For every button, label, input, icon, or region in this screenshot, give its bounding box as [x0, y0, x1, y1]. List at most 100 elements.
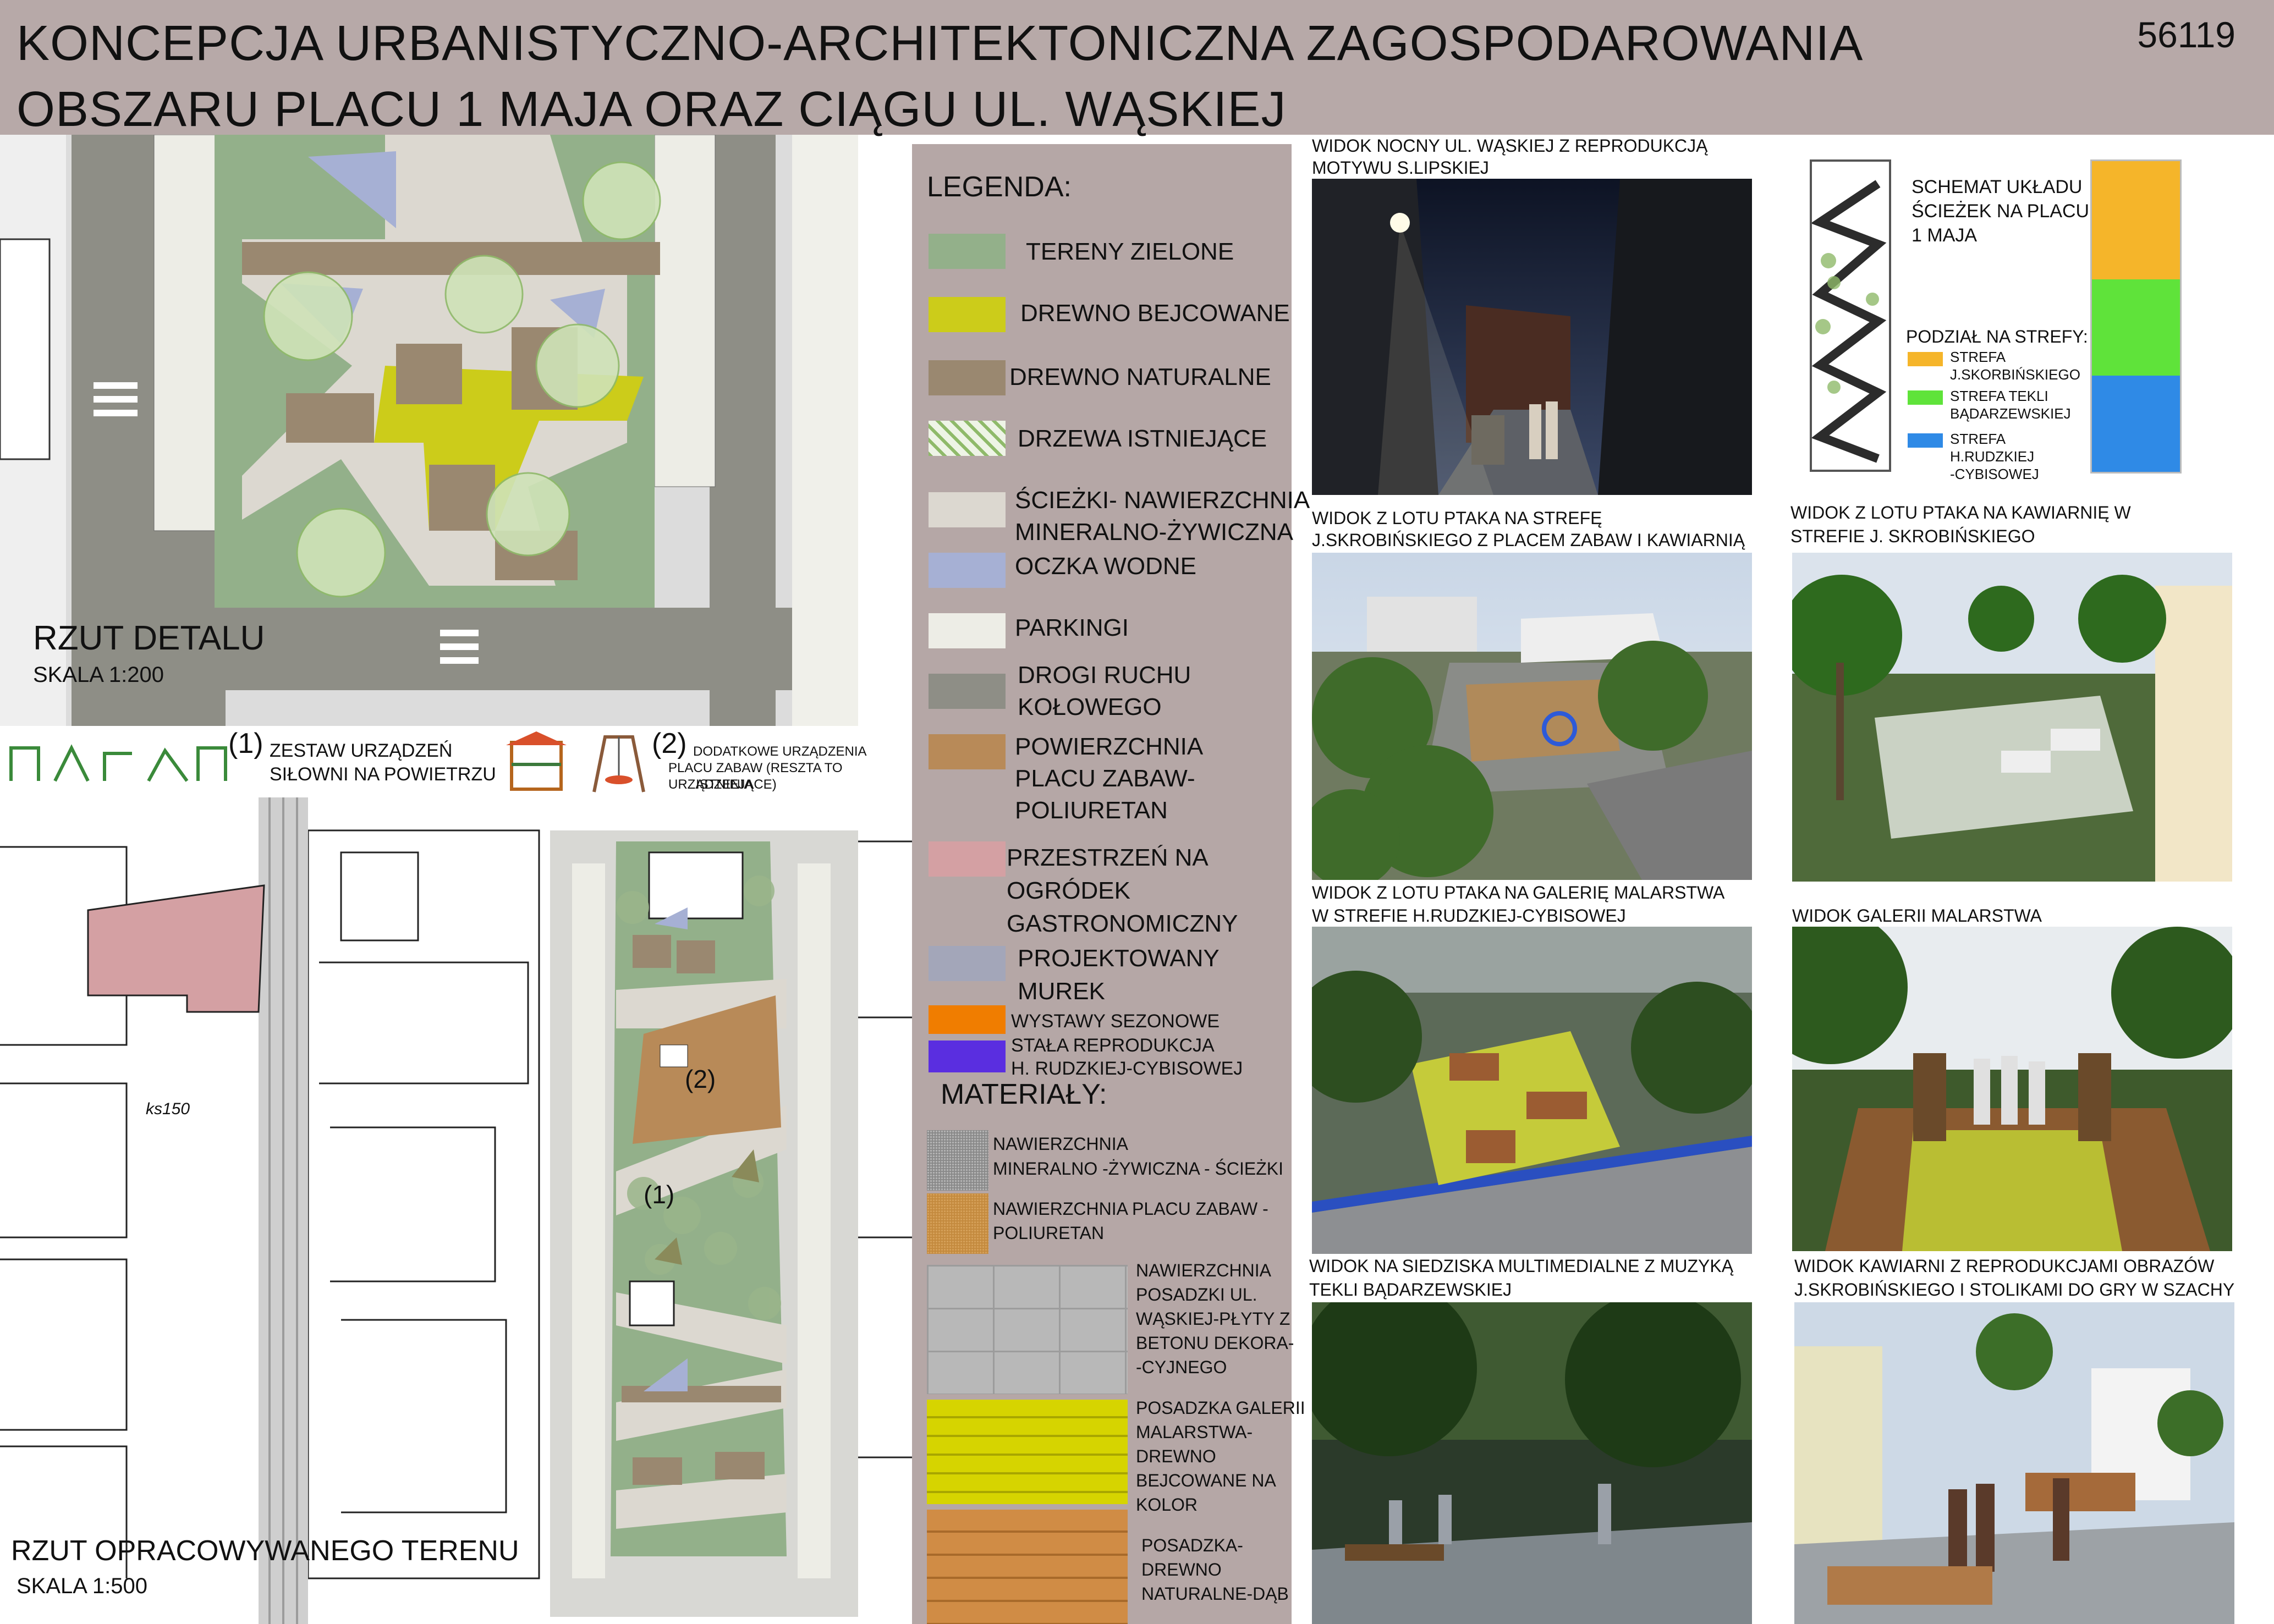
caption-view-3a: WIDOK Z LOTU PTAKA NA KAWIARNIĘ W	[1790, 503, 2131, 522]
material-label-stained-1: POSADZKA GALERII	[1136, 1398, 1305, 1418]
material-swatch-playground	[927, 1193, 988, 1254]
legend-swatch-seasonal	[929, 1005, 1006, 1034]
equipment-2-text-a: DODATKOWE URZĄDZENIA	[693, 744, 867, 759]
legend-swatch-existing-trees	[929, 421, 1006, 456]
equipment-1-number: (1)	[228, 728, 263, 759]
legend-label-playground: POWIERZCHNIA	[1015, 733, 1204, 760]
caption-view-5: WIDOK GALERII MALARSTWA	[1792, 906, 2042, 926]
equipment-2-text-c: ISTNIEJĄCE)	[696, 777, 777, 792]
zones-title: PODZIAŁ NA STREFY:	[1906, 327, 2088, 346]
schema-title-b: ŚCIEŻEK NA PLACU	[1912, 201, 2090, 222]
legend-swatch-paths	[929, 492, 1006, 527]
legend-swatch-wall	[929, 946, 1006, 981]
schema-zones-diagram	[2090, 159, 2182, 474]
material-label-paths: NAWIERZCHNIA	[993, 1134, 1128, 1154]
caption-view-4b: W STREFIE H.RUDZKIEJ-CYBISOWEJ	[1312, 906, 1626, 926]
legend-label-parking: PARKINGI	[1015, 614, 1129, 641]
legend-label-reproduction-2: H. RUDZKIEJ-CYBISOWEJ	[1011, 1058, 1243, 1079]
legend-swatch-ponds	[929, 553, 1006, 588]
equipment-1-text-a: ZESTAW URZĄDZEŃ	[270, 740, 453, 761]
legend-label-reproduction: STAŁA REPRODUKCJA	[1011, 1035, 1215, 1056]
schema-title-c: 1 MAJA	[1912, 225, 1978, 246]
material-label-concrete-1: NAWIERZCHNIA	[1136, 1260, 1271, 1280]
zone-label-1b: J.SKORBIŃSKIEGO	[1950, 366, 2080, 383]
swing-icon	[592, 735, 645, 792]
plan-marker-2: (2)	[685, 1065, 716, 1093]
material-label-playground: NAWIERZCHNIA PLACU ZABAW -	[993, 1199, 1268, 1219]
zone-swatch-2	[1908, 390, 1943, 405]
caption-view-3b: STREFIE J. SKROBIŃSKIEGO	[1790, 526, 2035, 546]
caption-view-7a: WIDOK KAWIARNI Z REPRODUKCJAMI OBRAZÓW	[1794, 1256, 2215, 1276]
legend-swatch-garden	[929, 841, 1006, 877]
plan-marker-1: (1)	[644, 1180, 675, 1209]
legend-label-natural-wood: DREWNO NATURALNE	[1009, 364, 1271, 390]
legend-label-seasonal: WYSTAWY SEZONOWE	[1011, 1011, 1220, 1032]
legend-swatch-playground	[929, 734, 1006, 769]
material-label-stained-2: MALARSTWA-	[1136, 1422, 1253, 1442]
site-plan	[0, 797, 912, 1624]
schema-path-diagram	[1810, 159, 1891, 472]
material-label-concrete-3: WĄSKIEJ-PŁYTY Z	[1136, 1309, 1290, 1329]
caption-view-6b: TEKLI BĄDARZEWSKIEJ	[1309, 1280, 1512, 1300]
zone-label-2a: STREFA TEKLI	[1950, 388, 2048, 404]
legend-label-wall: PROJEKTOWANY	[1018, 945, 1220, 972]
legend-label-roads-2: KOŁOWEGO	[1018, 693, 1162, 720]
material-label-oak-1: POSADZKA-	[1141, 1535, 1243, 1555]
poster-title-line2: OBSZARU PLACU 1 MAJA ORAZ CIĄGU UL. WĄSK…	[17, 82, 1287, 137]
render-multimedia-seats	[1312, 1302, 1752, 1624]
material-label-concrete-4: BETONU DEKORA-	[1136, 1333, 1294, 1353]
material-label-oak-2: DREWNO	[1141, 1560, 1222, 1579]
legend-label-paths: ŚCIEŻKI- NAWIERZCHNIA	[1015, 487, 1310, 514]
render-night-street	[1312, 179, 1752, 495]
zone-swatch-3	[1908, 433, 1943, 448]
detail-plan-title: RZUT DETALU	[33, 619, 265, 657]
playground-tower-icon	[506, 731, 567, 791]
material-label-paths-2: MINERALNO -ŻYWICZNA - ŚCIEŻKI	[993, 1159, 1284, 1179]
legend-label-stained-wood: DREWNO BEJCOWANE	[1020, 300, 1290, 327]
sheet-number: 56119	[2137, 14, 2235, 55]
detail-plan-scale: SKALA 1:200	[33, 663, 164, 687]
zone-label-3c: -CYBISOWEJ	[1950, 466, 2039, 482]
gym-equipment-icon	[9, 744, 227, 782]
render-aerial-gallery	[1312, 927, 1752, 1254]
zone-swatch-1	[1908, 352, 1943, 366]
zone-label-3a: STREFA	[1950, 431, 2006, 447]
render-aerial-playground	[1312, 553, 1752, 880]
legend-label-existing-trees: DRZEWA ISTNIEJĄCE	[1018, 425, 1267, 452]
site-plan-scale: SKALA 1:500	[17, 1574, 147, 1598]
equipment-2-number: (2)	[652, 728, 687, 759]
material-swatch-paths	[927, 1130, 988, 1191]
caption-view-1a: WIDOK NOCNY UL. WĄSKIEJ Z REPRODUKCJĄ	[1312, 136, 1708, 156]
legend-swatch-stained-wood	[929, 297, 1006, 332]
render-aerial-cafe	[1792, 553, 2232, 882]
material-swatch-oak	[927, 1510, 1128, 1624]
material-label-stained-3: DREWNO	[1136, 1446, 1216, 1466]
caption-view-7b: J.SKROBIŃSKIEGO I STOLIKAMI DO GRY W SZA…	[1794, 1280, 2235, 1300]
zone-label-2b: BĄDARZEWSKIEJ	[1950, 405, 2071, 422]
legend-label-green: TERENY ZIELONE	[1026, 238, 1234, 265]
caption-view-2a: WIDOK Z LOTU PTAKA NA STREFĘ	[1312, 508, 1602, 528]
legend-label-roads: DROGI RUCHU	[1018, 662, 1191, 689]
zone-bar-badarzewska	[2092, 279, 2180, 376]
legend-label-garden-3: GASTRONOMICZNY	[1007, 910, 1238, 937]
zone-label-1a: STREFA	[1950, 349, 2006, 365]
legend-swatch-natural-wood	[929, 360, 1006, 395]
material-label-stained-5: KOLOR	[1136, 1495, 1198, 1515]
legend-label-garden: PRZESTRZEŃ NA	[1007, 844, 1209, 871]
caption-view-4a: WIDOK Z LOTU PTAKA NA GALERIĘ MALARSTWA	[1312, 883, 1725, 902]
render-cafe-chess	[1794, 1302, 2234, 1624]
equipment-1-text-b: SIŁOWNI NA POWIETRZU	[270, 764, 496, 785]
material-swatch-stained-deck	[927, 1400, 1128, 1504]
plan-label-ks: ks150	[146, 1100, 190, 1118]
caption-view-6a: WIDOK NA SIEDZISKA MULTIMEDIALNE Z MUZYK…	[1309, 1256, 1734, 1276]
legend-label-paths-2: MINERALNO-ŻYWICZNA	[1015, 519, 1293, 546]
legend-swatch-green	[929, 234, 1006, 269]
legend-label-playground-2: PLACU ZABAW-	[1015, 765, 1195, 792]
material-label-stained-4: BEJCOWANE NA	[1136, 1471, 1276, 1490]
legend-title: LEGENDA:	[927, 171, 1072, 203]
legend-label-garden-2: OGRÓDEK	[1007, 877, 1130, 904]
schema-title-a: SCHEMAT UKŁADU	[1912, 177, 2083, 197]
site-plan-title: RZUT OPRACOWYWANEGO TERENU	[11, 1535, 519, 1567]
legend-swatch-reproduction	[929, 1041, 1006, 1072]
zone-label-3b: H.RUDZKIEJ	[1950, 448, 2035, 465]
